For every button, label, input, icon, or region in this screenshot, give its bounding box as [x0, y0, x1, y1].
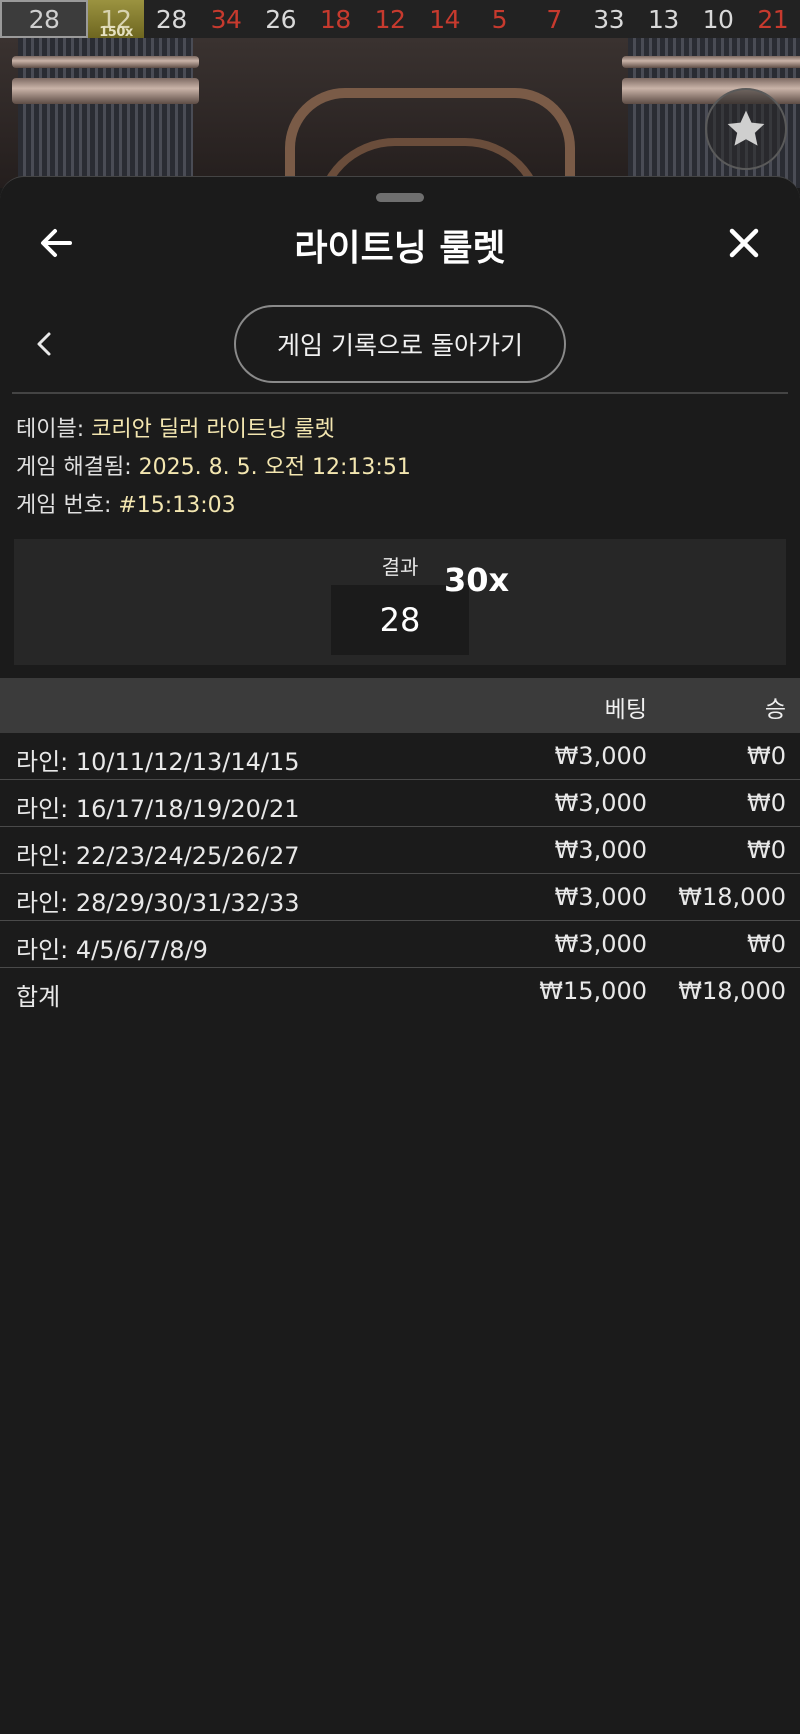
previous-button[interactable] — [32, 329, 56, 359]
history-number: 13 — [636, 0, 691, 38]
info-resolved: 게임 해결됨: 2025. 8. 5. 오전 12:13:51 — [16, 449, 411, 481]
bet-name: 라인: 10/11/12/13/14/15 — [16, 748, 300, 776]
history-number: 26 — [253, 0, 308, 38]
info-value: 2025. 8. 5. 오전 12:13:51 — [138, 455, 411, 480]
header-win: 승 — [764, 697, 786, 723]
history-value: 34 — [210, 4, 242, 34]
history-value: 7 — [546, 4, 562, 34]
history-multiplier: 150x — [99, 25, 133, 40]
favorite-button[interactable] — [705, 88, 787, 170]
close-button[interactable] — [724, 223, 764, 263]
history-value: 5 — [491, 4, 508, 34]
history-number: 34 — [199, 0, 254, 38]
bet-amount: ₩3,000 — [554, 930, 647, 958]
history-value: 14 — [429, 4, 461, 34]
history-number: 10 — [691, 0, 746, 38]
win-amount: ₩0 — [747, 742, 786, 770]
info-value: #15:13:03 — [118, 493, 236, 518]
table-header: 베팅 승 — [0, 678, 800, 733]
history-number: 28 — [144, 0, 199, 38]
history-number: 21 — [745, 0, 800, 38]
header-bet: 베팅 — [604, 697, 647, 723]
history-number: 18 — [308, 0, 363, 38]
table-row: 라인: 4/5/6/7/8/9 ₩3,000 ₩0 — [0, 921, 800, 968]
win-amount: ₩0 — [747, 789, 786, 817]
results-history-strip: 28 12 150x 28 34 26 18 12 14 5 7 33 13 1… — [0, 0, 800, 40]
chevron-left-icon — [37, 332, 51, 356]
table-row: 라인: 28/29/30/31/32/33 ₩3,000 ₩18,000 — [0, 874, 800, 921]
history-number: 14 — [417, 0, 472, 38]
close-icon — [729, 228, 759, 258]
history-value: 28 — [28, 4, 60, 34]
win-amount: ₩18,000 — [678, 883, 786, 911]
bet-amount: ₩3,000 — [554, 836, 647, 864]
history-number: 28 — [0, 0, 88, 38]
history-value: 18 — [319, 4, 351, 34]
bet-name: 라인: 4/5/6/7/8/9 — [16, 936, 208, 964]
pillar-ring — [12, 56, 199, 68]
sheet-title: 라이트닝 룰렛 — [294, 228, 506, 269]
studio-pillar — [12, 38, 199, 188]
bet-name: 라인: 22/23/24/25/26/27 — [16, 842, 300, 870]
history-value: 12 — [374, 4, 406, 34]
star-icon — [727, 110, 765, 146]
history-number: 7 — [527, 0, 582, 38]
back-to-history-button[interactable]: 게임 기록으로 돌아가기 — [234, 305, 566, 383]
pillar-ring — [12, 78, 199, 104]
bet-name: 라인: 28/29/30/31/32/33 — [16, 889, 300, 917]
info-game-number: 게임 번호: #15:13:03 — [16, 487, 236, 519]
total-label: 합계 — [16, 983, 61, 1011]
history-number-lightning: 12 150x — [88, 0, 144, 40]
result-panel: 결과 28 30x — [14, 539, 786, 665]
history-value: 26 — [265, 4, 297, 34]
win-amount: ₩0 — [747, 836, 786, 864]
divider — [12, 392, 788, 394]
history-value: 28 — [155, 4, 187, 34]
result-multiplier: 30x — [444, 561, 510, 599]
history-value: 10 — [702, 4, 734, 34]
bet-amount: ₩3,000 — [554, 789, 647, 817]
history-number: 33 — [581, 0, 636, 38]
studio-background — [0, 38, 800, 188]
win-amount: ₩0 — [747, 930, 786, 958]
game-detail-sheet: 라이트닝 룰렛 게임 기록으로 돌아가기 테이블: 코리안 딜러 라이트닝 룰렛… — [0, 176, 800, 1734]
table-row: 라인: 22/23/24/25/26/27 ₩3,000 ₩0 — [0, 827, 800, 874]
info-label: 게임 해결됨: — [16, 455, 132, 480]
pillar-ring — [622, 56, 800, 68]
table-row: 라인: 10/11/12/13/14/15 ₩3,000 ₩0 — [0, 733, 800, 780]
info-value: 코리안 딜러 라이트닝 룰렛 — [91, 417, 335, 442]
history-value: 13 — [647, 4, 679, 34]
history-value: 21 — [757, 4, 789, 34]
bet-amount: ₩3,000 — [554, 883, 647, 911]
result-label: 결과 — [381, 555, 419, 579]
bets-table: 베팅 승 라인: 10/11/12/13/14/15 ₩3,000 ₩0 라인:… — [0, 678, 800, 1015]
history-number: 12 — [363, 0, 418, 38]
table-row: 라인: 16/17/18/19/20/21 ₩3,000 ₩0 — [0, 780, 800, 827]
sheet-grabber[interactable] — [376, 193, 424, 202]
history-number: 5 — [472, 0, 527, 38]
info-label: 테이블: — [16, 417, 85, 442]
total-bet: ₩15,000 — [539, 977, 647, 1005]
bet-amount: ₩3,000 — [554, 742, 647, 770]
history-value: 33 — [593, 4, 625, 34]
total-row: 합계 ₩15,000 ₩18,000 — [0, 968, 800, 1015]
info-table: 테이블: 코리안 딜러 라이트닝 룰렛 — [16, 411, 335, 443]
total-win: ₩18,000 — [678, 977, 786, 1005]
bet-name: 라인: 16/17/18/19/20/21 — [16, 795, 300, 823]
info-label: 게임 번호: — [16, 493, 112, 518]
